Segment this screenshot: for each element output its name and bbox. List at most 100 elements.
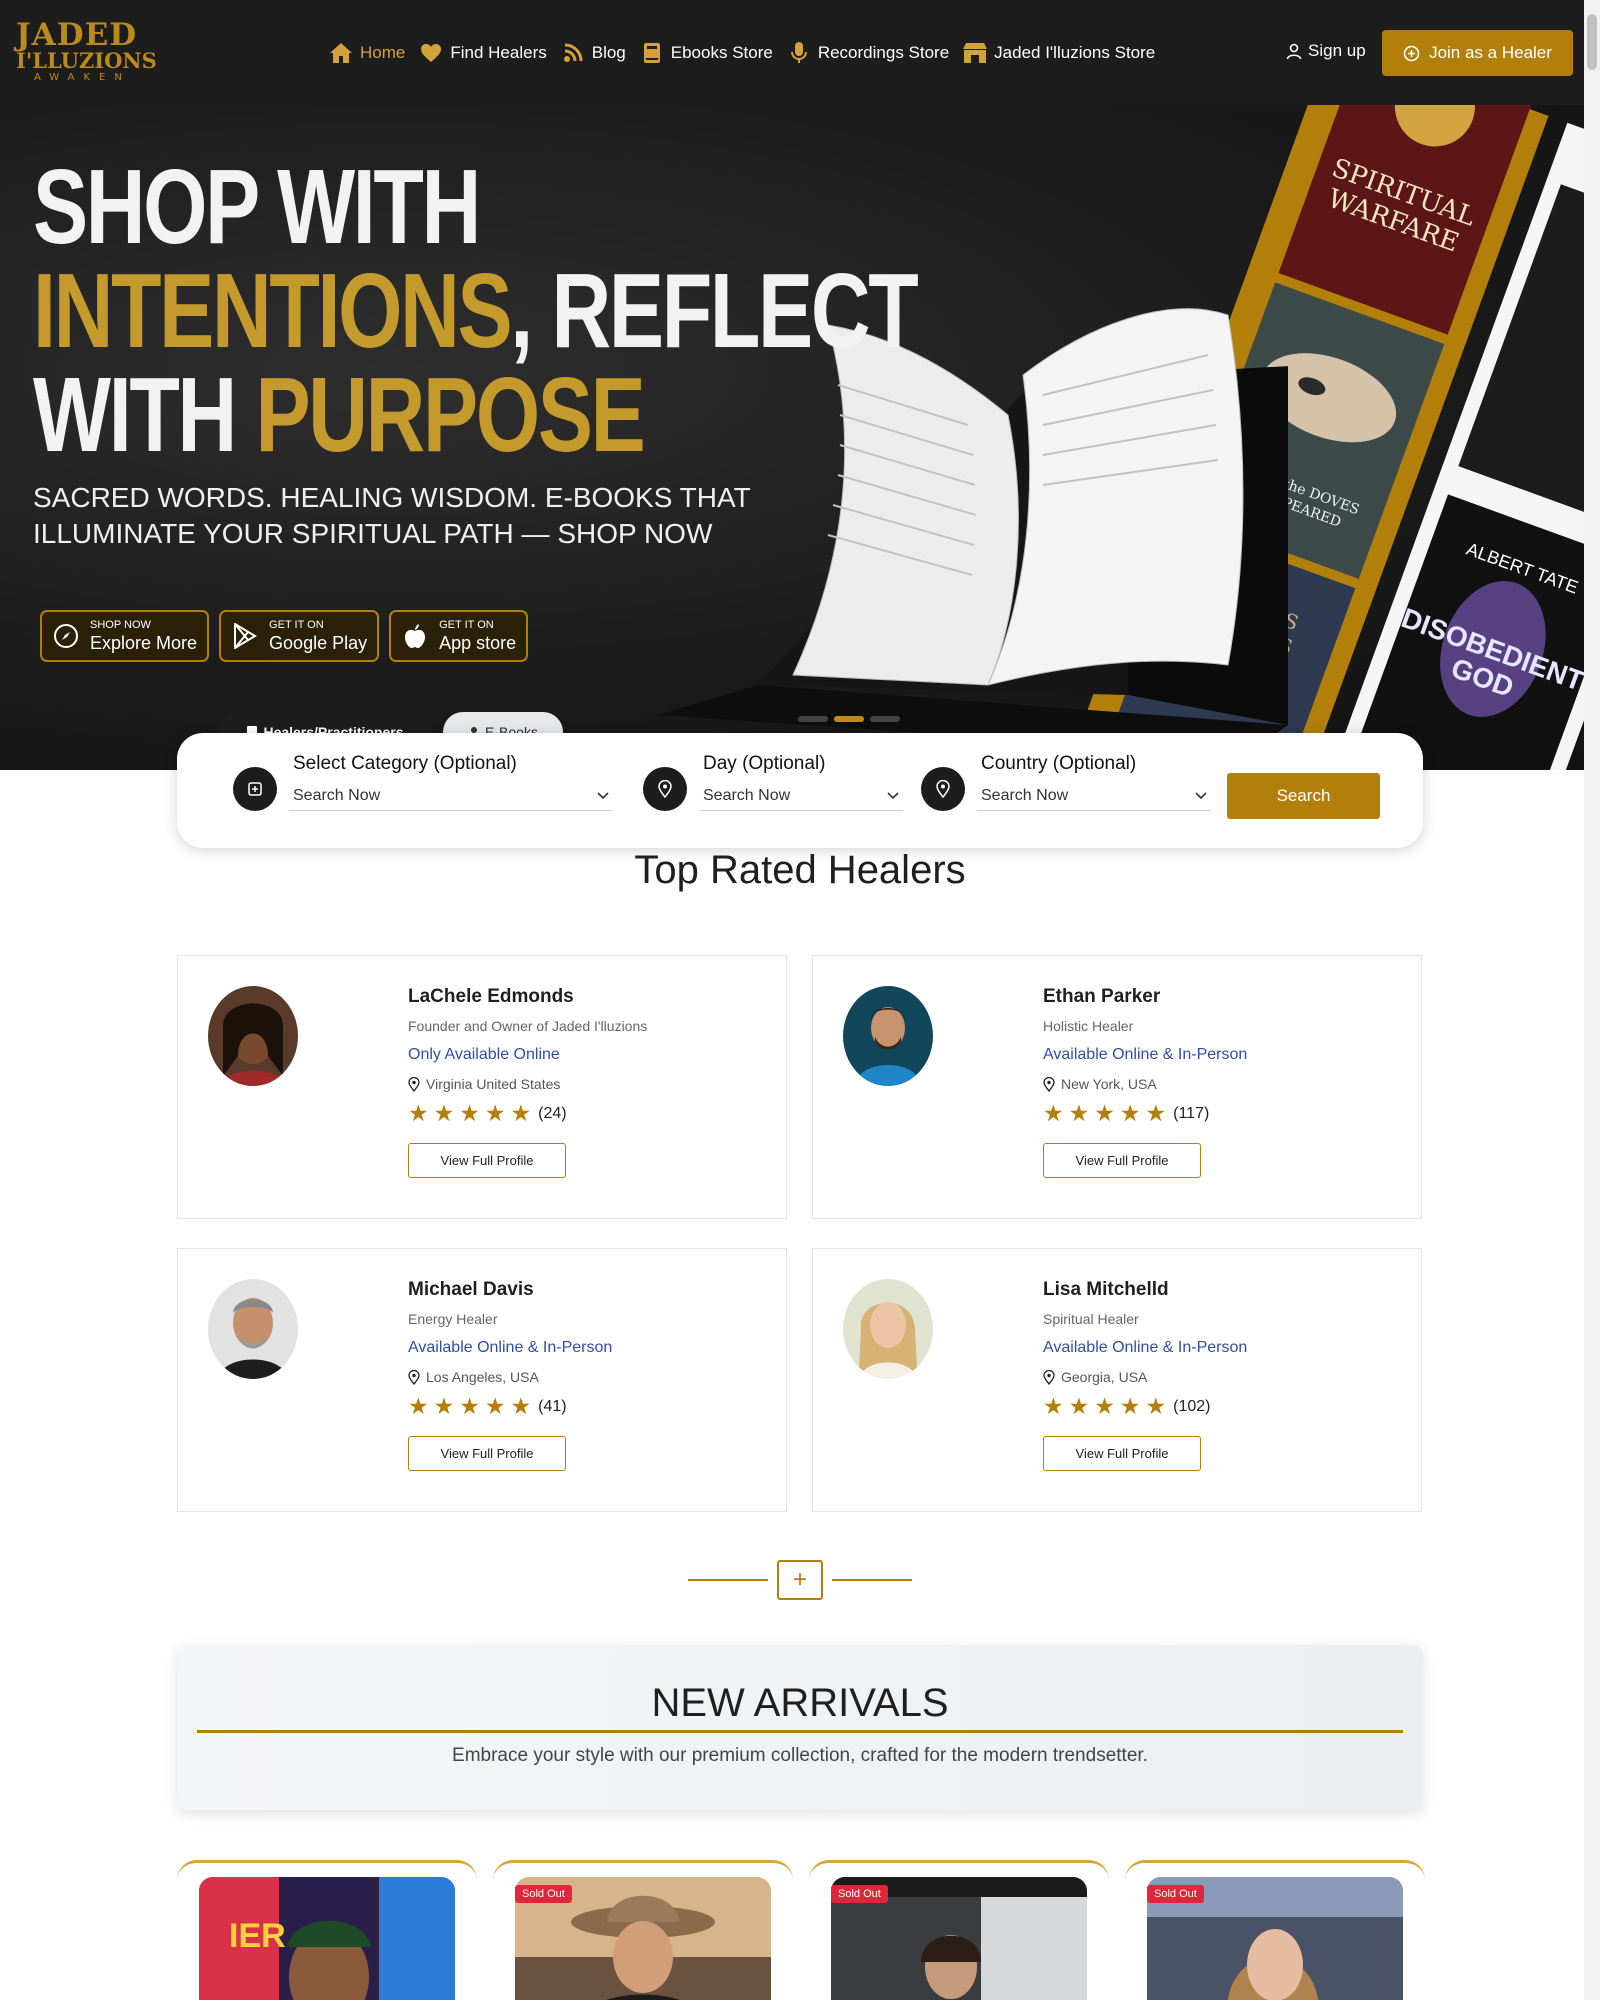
slider-dot-active[interactable] xyxy=(834,716,864,722)
healer-card: Ethan Parker Holistic Healer Available O… xyxy=(812,955,1422,1219)
view-full-profile-button[interactable]: View Full Profile xyxy=(1043,1143,1201,1178)
healer-name[interactable]: Ethan Parker xyxy=(1043,986,1247,1012)
star-icon: ★ xyxy=(1043,1101,1064,1127)
rating-stars: ★ ★ ★ ★ ★ (41) xyxy=(408,1395,612,1419)
review-count: (102) xyxy=(1173,1398,1211,1415)
plus-circle-icon xyxy=(1403,45,1420,61)
view-full-profile-button[interactable]: View Full Profile xyxy=(408,1143,566,1178)
nav-home-label: Home xyxy=(360,43,406,62)
slider-dot[interactable] xyxy=(798,716,828,722)
healer-availability: Available Online & In-Person xyxy=(408,1339,613,1356)
nav-ebooks-store[interactable]: Ebooks Store xyxy=(639,41,773,65)
star-icon: ★ xyxy=(1119,1394,1141,1420)
location-pin-icon xyxy=(1043,1076,1055,1092)
hero-title-line-3-white: WITH xyxy=(33,356,256,474)
healer-title: Founder and Owner of Jaded I'lluzions xyxy=(408,1018,648,1034)
star-icon: ★ xyxy=(433,1101,455,1127)
hero-title: SHOP WITH INTENTIONS, REFLECT WITH PURPO… xyxy=(33,148,919,468)
nav-find-healers-label: Find Healers xyxy=(450,43,547,62)
site-logo[interactable]: JADED I'LLUZIONS AWAKEN xyxy=(16,17,157,86)
google-play-small: GET IT ON xyxy=(269,618,324,631)
apple-icon xyxy=(401,622,429,650)
healer-info: Michael Davis Energy Healer Available On… xyxy=(408,1279,612,1471)
country-placeholder: Search Now xyxy=(981,786,1069,804)
compass-icon xyxy=(52,622,80,650)
review-count: (24) xyxy=(538,1105,567,1122)
google-play-big: Google Play xyxy=(269,632,368,653)
sign-up-link[interactable]: Sign up xyxy=(1286,41,1366,61)
day-placeholder: Search Now xyxy=(703,786,791,804)
star-icon: ★ xyxy=(484,1101,506,1127)
join-as-healer-button[interactable]: Join as a Healer xyxy=(1382,30,1573,76)
book-icon xyxy=(639,41,665,65)
microphone-icon xyxy=(786,41,812,65)
nav-blog[interactable]: Blog xyxy=(560,41,626,65)
healer-location: Virginia United States xyxy=(408,1074,647,1094)
nav-recordings-store[interactable]: Recordings Store xyxy=(786,41,949,65)
nav-recordings-store-label: Recordings Store xyxy=(817,43,950,62)
google-play-icon xyxy=(231,622,259,650)
divider-line xyxy=(832,1579,912,1581)
hero-button-group: SHOP NOW Explore More GET IT ON Google P… xyxy=(40,610,538,662)
view-full-profile-button[interactable]: View Full Profile xyxy=(1043,1436,1201,1471)
healer-card: Lisa Mitchelld Spiritual Healer Availabl… xyxy=(812,1248,1422,1512)
country-label: Country (Optional) xyxy=(981,753,1137,774)
hero-title-line-1: SHOP WITH xyxy=(33,148,481,266)
app-store-button[interactable]: GET IT ON App store xyxy=(389,610,529,662)
healer-location: Georgia, USA xyxy=(1043,1367,1247,1387)
scrollbar-thumb[interactable] xyxy=(1587,14,1597,70)
nav-blog-label: Blog xyxy=(591,43,626,62)
product-card[interactable]: Sold Out xyxy=(809,1860,1109,2000)
hero-banner: SPIRITUAL WARFARE WHEN the DOVES DISAPPE… xyxy=(0,105,1584,770)
product-card[interactable]: Sold Out xyxy=(493,1860,793,2000)
slider-dot[interactable] xyxy=(870,716,900,722)
healer-card: LaChele Edmonds Founder and Owner of Jad… xyxy=(177,955,787,1219)
home-icon xyxy=(328,41,354,65)
healer-name[interactable]: Lisa Mitchelld xyxy=(1043,1279,1247,1305)
nav-jaded-store[interactable]: Jaded I'lluzions Store xyxy=(962,41,1155,65)
logo-line-1: JADED xyxy=(16,17,138,53)
healer-card: Michael Davis Energy Healer Available On… xyxy=(177,1248,787,1512)
healer-location: New York, USA xyxy=(1043,1074,1247,1094)
avatar xyxy=(208,986,298,1086)
hero-slider-dots xyxy=(798,716,906,722)
star-icon: ★ xyxy=(1094,1394,1115,1420)
page-scrollbar[interactable] xyxy=(1584,0,1600,2000)
review-count: (117) xyxy=(1173,1105,1210,1122)
hero-subtitle: SACRED WORDS. HEALING WISDOM. E-BOOKS TH… xyxy=(33,482,751,549)
day-select[interactable]: Search Now xyxy=(699,781,903,811)
healer-name[interactable]: LaChele Edmonds xyxy=(408,986,647,1012)
healer-availability: Available Online & In-Person xyxy=(1043,1046,1248,1063)
rss-icon xyxy=(560,41,586,65)
hero-title-gold-2: PURPOSE xyxy=(255,356,645,474)
nav-jaded-store-label: Jaded I'lluzions Store xyxy=(994,43,1156,62)
google-play-button[interactable]: GET IT ON Google Play xyxy=(219,610,380,662)
country-select[interactable]: Search Now xyxy=(977,781,1211,811)
healer-name[interactable]: Michael Davis xyxy=(408,1279,612,1305)
star-icon: ★ xyxy=(433,1394,455,1420)
search-panel: Select Category (Optional) Search Now Da… xyxy=(177,733,1423,848)
product-card[interactable]: IER xyxy=(177,1860,477,2000)
explore-more-big: Explore More xyxy=(90,632,198,653)
hero-title-line-2: INTENTIONS, REFLECT xyxy=(33,258,919,364)
nav-home[interactable]: Home xyxy=(328,41,405,65)
search-button[interactable]: Search xyxy=(1227,773,1380,819)
day-label: Day (Optional) xyxy=(703,753,826,774)
star-icon: ★ xyxy=(408,1394,429,1420)
chevron-down-icon xyxy=(887,791,899,799)
healer-location-text: New York, USA xyxy=(1061,1076,1157,1092)
category-label: Select Category (Optional) xyxy=(293,753,517,774)
load-more-button[interactable]: + xyxy=(777,1560,823,1600)
product-card[interactable]: Sold Out xyxy=(1125,1860,1425,2000)
nav-find-healers[interactable]: Find Healers xyxy=(418,41,547,65)
explore-more-button[interactable]: SHOP NOW Explore More xyxy=(40,610,210,662)
hero-title-line-2-rest: , REFLECT xyxy=(510,252,918,370)
hero-title-line-3: WITH PURPOSE xyxy=(33,362,916,468)
healer-availability: Only Available Online xyxy=(408,1046,560,1063)
view-full-profile-button[interactable]: View Full Profile xyxy=(408,1436,566,1471)
google-play-text: GET IT ON Google Play xyxy=(269,619,367,654)
location-pin-icon xyxy=(1043,1369,1055,1385)
category-select[interactable]: Search Now xyxy=(289,781,613,811)
review-count: (41) xyxy=(538,1398,567,1415)
sold-out-badge: Sold Out xyxy=(1147,1885,1204,1903)
